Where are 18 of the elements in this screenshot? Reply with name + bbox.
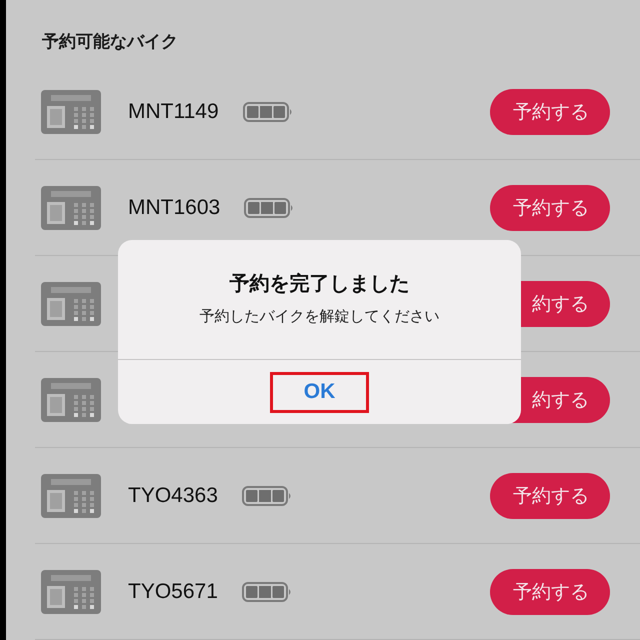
terminal-icon xyxy=(40,472,102,518)
reserve-button[interactable]: 予約する xyxy=(490,568,610,614)
terminal-icon xyxy=(40,184,102,230)
reserve-button[interactable]: 予約する xyxy=(490,472,610,518)
reserve-button[interactable]: 予約する xyxy=(490,184,610,230)
alert-title: 予約を完了しました xyxy=(230,270,410,297)
bike-id: TYO4363 xyxy=(128,484,218,508)
ok-button[interactable]: OK xyxy=(270,372,369,412)
terminal-icon xyxy=(40,280,102,326)
section-title: 予約可能なバイク xyxy=(41,31,179,54)
alert-message: 予約したバイクを解錠してください xyxy=(200,307,440,326)
bike-id: MNT1149 xyxy=(128,100,219,124)
terminal-icon xyxy=(40,88,102,134)
bike-id: TYO5671 xyxy=(128,580,218,604)
reserve-button[interactable]: 予約する xyxy=(490,88,610,134)
bike-id: MNT1603 xyxy=(128,196,220,220)
terminal-icon xyxy=(40,568,102,614)
terminal-icon xyxy=(40,376,102,422)
